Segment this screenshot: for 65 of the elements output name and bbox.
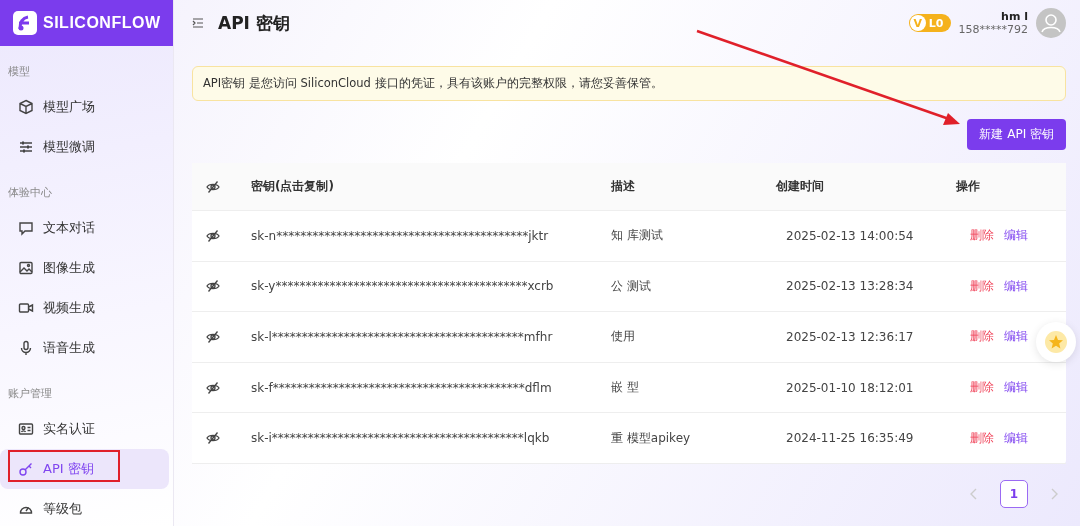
eye-off-icon[interactable] <box>206 228 220 243</box>
created-time: 2025-02-13 12:36:17 <box>786 330 914 344</box>
key-description: 嵌 型 <box>611 380 639 395</box>
page-button[interactable]: 1 <box>1000 479 1028 508</box>
notice-banner: API密钥 是您访问 SiliconCloud 接口的凭证，具有该账户的完整权限，请您妥善保管。 <box>192 66 1066 101</box>
chat-icon <box>18 220 34 236</box>
key-icon <box>18 461 34 477</box>
edit-link[interactable]: 编辑 <box>1004 429 1028 447</box>
user-name: hm l <box>1001 10 1028 23</box>
user-phone: 158*****792 <box>958 23 1028 36</box>
edit-link[interactable]: 编辑 <box>1004 277 1028 295</box>
delete-link[interactable]: 删除 <box>970 277 994 295</box>
sidebar-item[interactable]: 文本对话 <box>0 208 169 248</box>
new-key-button[interactable]: 新建 API 密钥 <box>967 119 1066 150</box>
edit-link[interactable]: 编辑 <box>1004 227 1028 245</box>
eye-off-icon[interactable] <box>206 279 220 294</box>
sliders-icon <box>18 139 34 155</box>
api-key[interactable]: sk-y******************************************xcrb <box>251 279 554 294</box>
created-time: 2025-01-10 18:12:01 <box>786 380 914 395</box>
page-title: API 密钥 <box>218 11 290 35</box>
key-description: 使用 <box>611 329 635 344</box>
api-key[interactable]: sk-i******************************************lqkb <box>251 431 550 446</box>
column-header: 创建时间 <box>776 179 824 193</box>
key-description: 公 测试 <box>611 278 651 293</box>
delete-link[interactable]: 删除 <box>970 227 994 245</box>
sidebar-item[interactable]: 实名认证 <box>0 409 169 449</box>
section-heading: 模型 <box>7 64 31 80</box>
idcard-icon <box>18 421 34 437</box>
sidebar-item[interactable]: 图像生成 <box>0 248 169 288</box>
key-description: 重 模型apikey <box>611 430 691 445</box>
key-description: 知 库测试 <box>611 228 663 243</box>
column-header: 描述 <box>611 179 635 193</box>
level-badge: V L0 <box>908 14 951 32</box>
sidebar-item[interactable]: 等级包 <box>0 489 169 526</box>
sidebar-item[interactable]: 视频生成 <box>0 288 169 328</box>
eye-off-icon[interactable] <box>206 330 220 344</box>
eye-off-icon[interactable] <box>206 179 220 194</box>
delete-link[interactable]: 删除 <box>970 379 994 397</box>
column-header: 密钥(点击复制) <box>251 179 334 193</box>
api-key[interactable]: sk-f******************************************dflm <box>251 380 552 395</box>
logo-icon <box>12 10 38 36</box>
sidebar-item[interactable]: 模型广场 <box>0 87 169 127</box>
api-key[interactable]: sk-n******************************************jktr <box>251 228 549 243</box>
edit-link[interactable]: 编辑 <box>1004 328 1028 346</box>
cube-icon <box>18 99 34 115</box>
edit-link[interactable]: 编辑 <box>1004 379 1028 397</box>
delete-link[interactable]: 删除 <box>970 328 994 346</box>
video-icon <box>18 300 34 316</box>
api-key[interactable]: sk-l******************************************mfhr <box>251 330 553 344</box>
sidebar-item[interactable]: API 密钥 <box>0 449 169 489</box>
mic-icon <box>18 340 34 356</box>
logo-text: SILICONFLOW <box>43 14 161 32</box>
created-time: 2025-02-13 13:28:34 <box>786 279 914 294</box>
created-time: 2025-02-13 14:00:54 <box>786 228 914 243</box>
menu-icon[interactable] <box>192 17 204 29</box>
eye-off-icon[interactable] <box>206 380 220 395</box>
eye-off-icon[interactable] <box>206 431 220 446</box>
sidebar-item[interactable]: 模型微调 <box>0 127 169 167</box>
section-heading: 体验中心 <box>7 185 53 201</box>
created-time: 2024-11-25 16:35:49 <box>786 431 914 446</box>
sidebar-item[interactable]: 语音生成 <box>0 328 169 368</box>
section-heading: 账户管理 <box>7 386 53 402</box>
image-icon <box>18 260 34 276</box>
delete-link[interactable]: 删除 <box>970 429 994 447</box>
column-header: 操作 <box>956 178 980 195</box>
